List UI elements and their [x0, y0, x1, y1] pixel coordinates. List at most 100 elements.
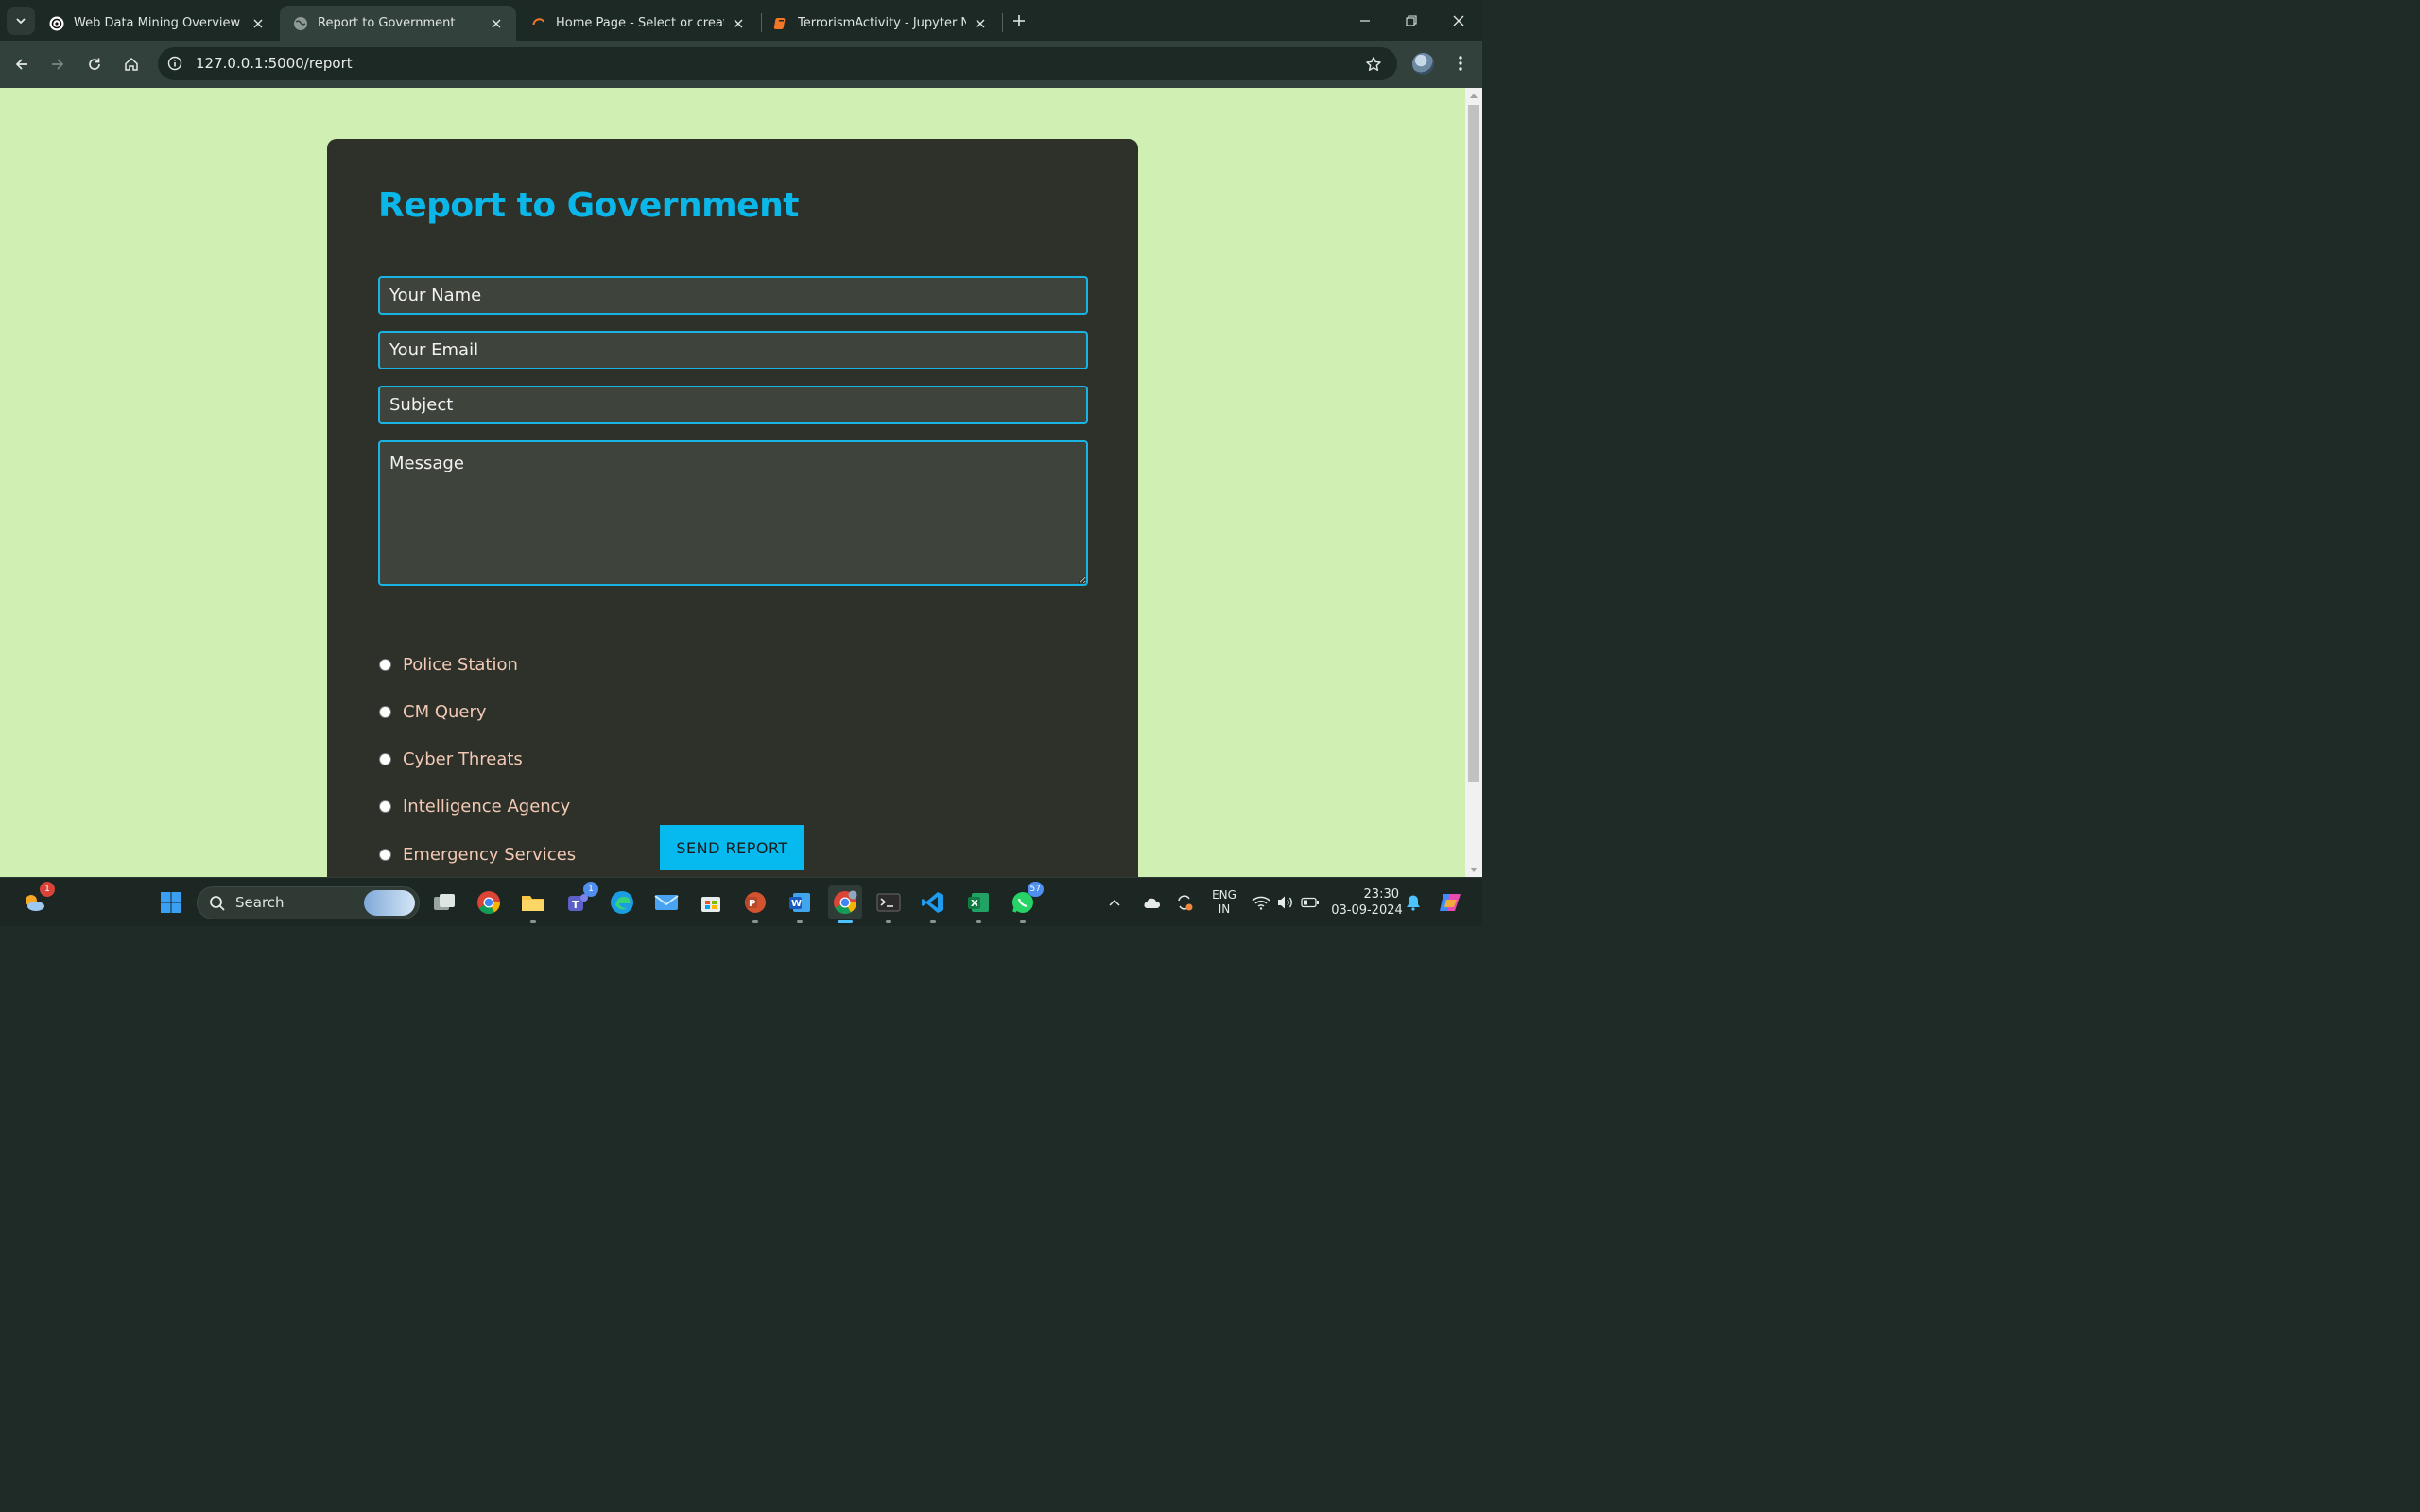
- show-hidden-icons-button[interactable]: [1103, 885, 1126, 919]
- close-icon[interactable]: [972, 15, 989, 32]
- scroll-down-icon[interactable]: [1469, 866, 1478, 873]
- search-highlight-image: [364, 890, 415, 916]
- option-label: Intelligence Agency: [403, 797, 571, 816]
- close-window-button[interactable]: [1436, 0, 1481, 41]
- whatsapp-taskbar-icon[interactable]: 57: [1006, 882, 1044, 923]
- terminal-taskbar-icon[interactable]: [872, 885, 906, 923]
- running-indicator: [530, 920, 536, 923]
- option-police-station[interactable]: Police Station: [378, 655, 518, 675]
- radio-cm-query[interactable]: [379, 706, 391, 718]
- notifications-button[interactable]: [1403, 885, 1424, 919]
- option-label: Cyber Threats: [403, 749, 523, 769]
- profile-avatar[interactable]: [1412, 53, 1434, 75]
- onedrive-tray-icon[interactable]: [1137, 885, 1166, 919]
- close-icon[interactable]: [730, 15, 747, 32]
- reload-icon: [89, 58, 100, 70]
- bell-icon: [1407, 895, 1420, 911]
- tab-terrorism-activity[interactable]: TerrorismActivity - Jupyter Note: [760, 6, 1000, 41]
- site-info-icon[interactable]: [165, 54, 184, 73]
- store-icon: [701, 897, 720, 912]
- back-button[interactable]: [8, 50, 36, 78]
- running-indicator: [930, 920, 936, 923]
- close-icon[interactable]: [488, 15, 505, 32]
- scroll-up-icon[interactable]: [1469, 92, 1478, 99]
- tab-report-to-government[interactable]: Report to Government: [280, 6, 516, 41]
- mail-taskbar-icon[interactable]: [649, 885, 683, 919]
- task-view-icon: [434, 894, 455, 910]
- arrow-right-icon: [52, 59, 64, 70]
- radio-police-station[interactable]: [379, 659, 391, 671]
- running-indicator: [886, 920, 891, 923]
- search-icon: [210, 896, 225, 911]
- bookmark-star-icon[interactable]: [1363, 54, 1384, 75]
- browser-menu-button[interactable]: [1449, 52, 1472, 75]
- reload-button[interactable]: [80, 50, 109, 78]
- tab-search-button[interactable]: [7, 7, 35, 35]
- powerpoint-icon: P: [745, 892, 766, 913]
- taskbar-search[interactable]: Search: [197, 886, 420, 919]
- volume-tray-icon[interactable]: [1273, 885, 1298, 919]
- close-icon[interactable]: [250, 15, 267, 32]
- radio-intelligence-agency[interactable]: [379, 800, 391, 813]
- wifi-icon: [1252, 896, 1270, 910]
- email-input[interactable]: [378, 331, 1088, 369]
- weather-widget[interactable]: 1: [17, 882, 55, 919]
- plus-icon: [1013, 15, 1025, 26]
- subject-input[interactable]: [378, 386, 1088, 424]
- chevron-down-icon: [16, 18, 26, 25]
- chatgpt-icon: [49, 16, 64, 31]
- language-indicator[interactable]: ENG IN: [1208, 888, 1240, 917]
- page-title: Report to Government: [378, 186, 799, 225]
- chrome-active-taskbar-icon[interactable]: [828, 885, 862, 923]
- option-cm-query[interactable]: CM Query: [378, 702, 487, 722]
- address-bar[interactable]: 127.0.0.1:5000/report: [158, 47, 1397, 80]
- tab-title: Home Page - Select or create a: [556, 16, 724, 30]
- excel-icon: X: [968, 893, 989, 912]
- region-code: IN: [1218, 902, 1231, 916]
- excel-taskbar-icon[interactable]: X: [961, 885, 995, 923]
- scrollbar-thumb[interactable]: [1468, 105, 1479, 782]
- battery-tray-icon[interactable]: [1298, 885, 1322, 919]
- file-explorer-taskbar-icon[interactable]: [516, 885, 550, 923]
- clock[interactable]: 23:30 03-09-2024: [1327, 886, 1407, 919]
- page-viewport: Report to Government Police Station CM Q…: [0, 88, 1465, 877]
- sync-icon: [1178, 895, 1193, 911]
- mail-icon: [654, 895, 679, 910]
- edge-icon: [611, 891, 633, 914]
- store-taskbar-icon[interactable]: [694, 885, 728, 919]
- minimize-icon: [1360, 19, 1370, 22]
- teams-taskbar-icon[interactable]: T 1: [561, 882, 598, 919]
- page-scrollbar[interactable]: [1465, 88, 1482, 877]
- running-indicator: [752, 920, 758, 923]
- radio-emergency-services[interactable]: [379, 849, 391, 861]
- tab-home-page[interactable]: Home Page - Select or create a: [518, 6, 758, 41]
- powerpoint-taskbar-icon[interactable]: P: [738, 885, 772, 923]
- restore-button[interactable]: [1389, 0, 1434, 41]
- vscode-taskbar-icon[interactable]: [916, 885, 950, 923]
- new-tab-button[interactable]: [1008, 9, 1030, 32]
- copilot-button[interactable]: [1433, 885, 1467, 919]
- message-textarea[interactable]: [378, 440, 1088, 586]
- edge-taskbar-icon[interactable]: [605, 885, 639, 919]
- home-button[interactable]: [117, 50, 146, 78]
- word-taskbar-icon[interactable]: W: [783, 885, 817, 923]
- chrome-taskbar-icon[interactable]: [472, 885, 506, 919]
- option-intelligence-agency[interactable]: Intelligence Agency: [378, 797, 570, 816]
- close-icon: [1453, 15, 1464, 26]
- tab-web-data-mining[interactable]: Web Data Mining Overview: [36, 6, 278, 41]
- start-button[interactable]: [154, 885, 188, 919]
- wifi-tray-icon[interactable]: [1249, 885, 1273, 919]
- forward-button[interactable]: [43, 50, 72, 78]
- sync-tray-icon[interactable]: [1170, 885, 1199, 919]
- send-report-button[interactable]: SEND REPORT: [660, 825, 804, 870]
- tab-title: TerrorismActivity - Jupyter Note: [798, 16, 966, 30]
- radio-cyber-threats[interactable]: [379, 753, 391, 765]
- name-input[interactable]: [378, 276, 1088, 315]
- option-cyber-threats[interactable]: Cyber Threats: [378, 749, 523, 769]
- option-emergency-services[interactable]: Emergency Services: [378, 845, 576, 865]
- chrome-icon: [477, 891, 500, 915]
- vscode-icon: [922, 892, 943, 913]
- minimize-button[interactable]: [1342, 0, 1388, 41]
- task-view-button[interactable]: [427, 885, 461, 919]
- jupyter-loading-icon: [531, 16, 546, 31]
